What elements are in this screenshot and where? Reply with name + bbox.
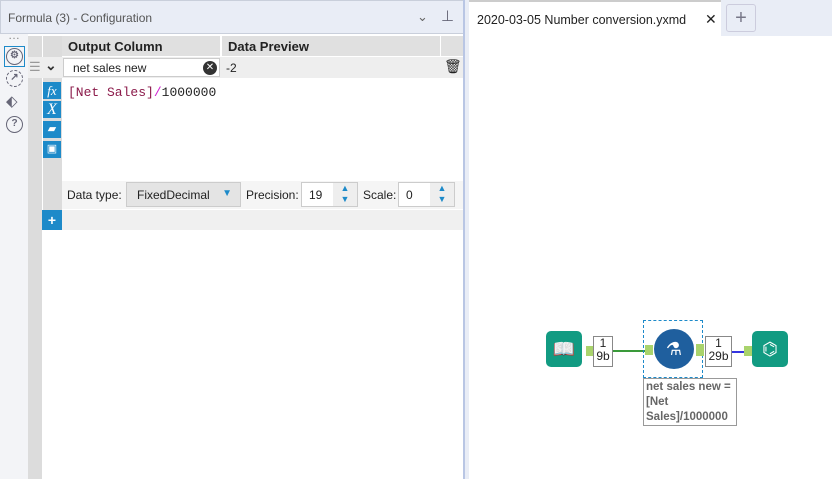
tool-annotation: net sales new = [Net Sales]/1000000: [643, 378, 737, 426]
trash-icon[interactable]: 🗑: [444, 58, 462, 75]
pin-icon[interactable]: ⊥: [441, 7, 454, 25]
config-header: Formula (3) - Configuration ⌄ ⊥: [0, 0, 465, 34]
tag-icon[interactable]: ⬖: [6, 92, 18, 110]
expression-number: 1000000: [161, 85, 217, 100]
input-record-count: 1 9b: [593, 336, 613, 367]
drag-handle-icon[interactable]: ☰: [29, 59, 41, 75]
output-record-count: 1 29b: [705, 336, 732, 367]
formula-grid: Output Column Data Preview ☰ ⌄ net sales…: [28, 36, 463, 479]
header-output-column: Output Column: [62, 36, 220, 56]
connection-icon[interactable]: ↗: [6, 70, 23, 87]
function-icon[interactable]: fx: [43, 82, 61, 99]
expression-operator: /: [153, 85, 162, 100]
help-icon[interactable]: ?: [6, 116, 23, 133]
gear-icon[interactable]: ⚙: [6, 48, 23, 65]
add-row-button[interactable]: +: [42, 210, 62, 230]
stepper-arrows-icon[interactable]: ▲ ▼: [430, 183, 454, 206]
formula-flask-icon[interactable]: ⚗: [654, 329, 694, 369]
data-type-label: Data type:: [67, 188, 122, 202]
precision-stepper[interactable]: 19 ▲ ▼: [301, 182, 358, 207]
dropdown-arrow-icon: ▼: [222, 188, 232, 199]
save-icon[interactable]: ▣: [43, 141, 61, 158]
collapse-chevron-icon[interactable]: ⌄: [45, 57, 57, 74]
precision-label: Precision:: [246, 188, 299, 202]
data-type-select[interactable]: FixedDecimal ▼: [126, 182, 241, 207]
new-tab-button[interactable]: +: [726, 4, 756, 32]
chevron-down-icon[interactable]: ⌄: [417, 9, 428, 25]
config-sidebar: … ⚙ ↗ ⬖ ?: [0, 28, 28, 479]
open-folder-icon[interactable]: ▰: [43, 121, 61, 138]
clear-icon[interactable]: ✕: [203, 61, 217, 75]
stepper-arrows-icon[interactable]: ▲ ▼: [333, 183, 357, 206]
scale-label: Scale:: [363, 188, 397, 202]
panel-title: Formula (3) - Configuration: [8, 11, 153, 25]
data-preview-value: -2: [226, 61, 237, 75]
output-column-input[interactable]: net sales new ✕: [63, 58, 220, 77]
variable-icon[interactable]: X: [43, 101, 61, 118]
expression-editor[interactable]: [Net Sales]/1000000: [62, 79, 463, 181]
workflow-canvas[interactable]: 📖 1 9b ⚗ 1 29b ⌬ net sales new = [Net Sales]…: [469, 37, 832, 479]
header-data-preview: Data Preview: [222, 36, 440, 56]
close-icon[interactable]: ✕: [705, 11, 717, 28]
browse-binoculars-icon[interactable]: ⌬: [752, 331, 788, 367]
scale-stepper[interactable]: 0 ▲ ▼: [398, 182, 455, 207]
expression-field: [Net Sales]: [68, 85, 154, 100]
tab-workflow[interactable]: 2020-03-05 Number conversion.yxmd ✕: [469, 0, 721, 37]
input-tool-book-icon[interactable]: 📖: [546, 331, 582, 367]
more-icon[interactable]: …: [8, 28, 20, 42]
